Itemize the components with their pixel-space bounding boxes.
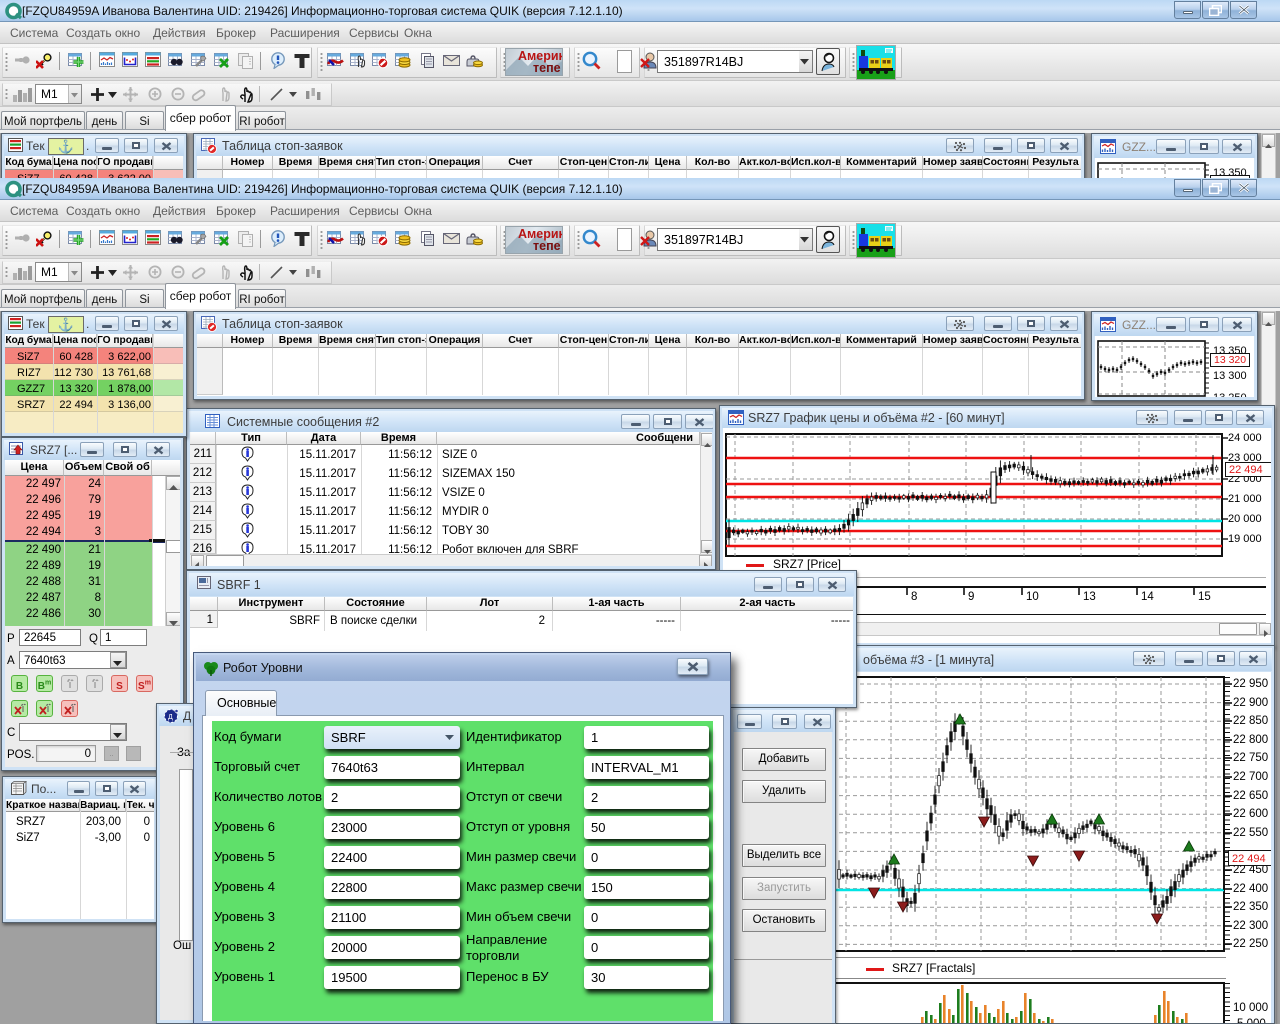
- svg-text:Д: Д: [168, 714, 173, 721]
